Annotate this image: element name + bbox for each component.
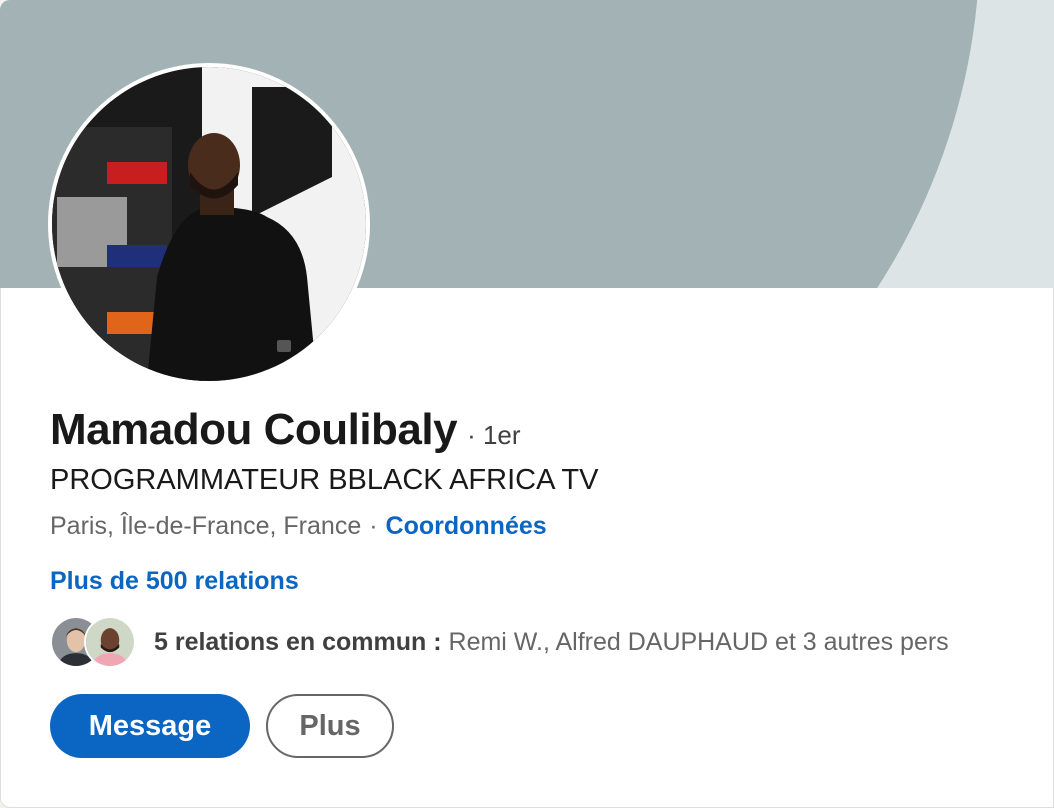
message-button[interactable]: Message [50, 694, 250, 758]
profile-name-row: Mamadou Coulibaly · 1er [50, 405, 521, 455]
profile-card: Mamadou Coulibaly · 1er PROGRAMMATEUR BB… [0, 0, 1054, 808]
profile-photo-icon [52, 67, 366, 381]
mutual-names: Remi W., Alfred DAUPHAUD et 3 autres per… [448, 627, 949, 656]
connection-degree: · 1er [467, 420, 521, 450]
profile-headline: PROGRAMMATEUR BBLACK AFRICA TV [50, 464, 599, 496]
mutual-avatar-2 [84, 616, 136, 668]
contact-info-link[interactable]: Coordonnées [386, 512, 547, 540]
more-button[interactable]: Plus [266, 694, 394, 758]
location-separator: · [369, 512, 378, 540]
profile-avatar[interactable] [48, 63, 370, 385]
mutual-count: 5 relations en commun : [154, 627, 442, 656]
profile-location: Paris, Île-de-France, France [50, 512, 362, 540]
relations-link[interactable]: Plus de 500 relations [50, 567, 299, 596]
mutual-connections-text: 5 relations en commun : Remi W., Alfred … [154, 628, 949, 657]
location-row: Paris, Île-de-France, France · Coordonnées [50, 512, 547, 541]
mutual-connections[interactable]: 5 relations en commun : Remi W., Alfred … [50, 614, 949, 670]
profile-name: Mamadou Coulibaly [50, 405, 458, 454]
